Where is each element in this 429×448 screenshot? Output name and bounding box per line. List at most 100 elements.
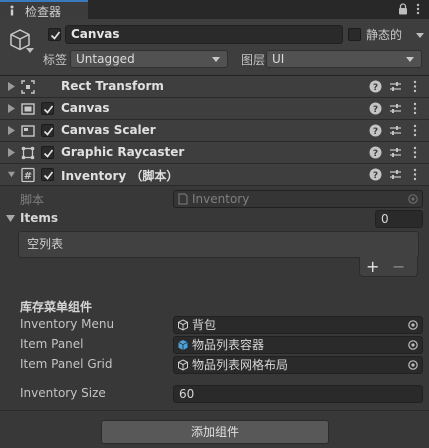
tag-label: 标签 [43, 53, 68, 67]
tab-label: 检查器 [25, 5, 62, 19]
object-picker-icon[interactable] [408, 360, 418, 370]
component-rect-transform[interactable]: Rect Transform ? [0, 76, 429, 98]
active-checkbox[interactable] [48, 28, 61, 41]
layer-dropdown[interactable]: UI [266, 50, 422, 68]
prefab-icon [178, 340, 188, 350]
object-picker-icon [408, 194, 418, 204]
help-icon[interactable]: ? [369, 102, 382, 115]
preset-sliders-icon[interactable] [389, 146, 402, 159]
static-dropdown-arrow-icon[interactable] [416, 33, 424, 38]
component-inventory-script[interactable]: # Inventory （脚本） ? [0, 164, 429, 186]
component-canvas[interactable]: Canvas ? [0, 98, 429, 120]
component-canvas-scaler[interactable]: Canvas Scaler ? [0, 120, 429, 142]
lock-icon[interactable] [398, 3, 408, 15]
svg-text:?: ? [373, 171, 378, 181]
check-icon [43, 127, 54, 136]
component-name: Rect Transform [61, 79, 164, 93]
kebab-menu-icon[interactable] [413, 80, 417, 93]
preset-sliders-icon[interactable] [389, 102, 402, 115]
tag-value: Untagged [76, 52, 135, 66]
item-panel-value: 物品列表容器 [192, 338, 265, 352]
fold-arrow-icon[interactable] [8, 148, 15, 157]
inventory-menu-value: 背包 [192, 318, 217, 332]
add-item-button[interactable]: + [366, 257, 379, 276]
check-icon [50, 31, 61, 40]
icon-dropdown-arrow-icon[interactable] [26, 48, 34, 54]
svg-text:?: ? [373, 127, 378, 137]
script-field: Inventory [173, 190, 423, 208]
object-picker-icon[interactable] [408, 340, 418, 350]
tag-dropdown[interactable]: Untagged [70, 50, 228, 68]
script-label: 脚本 [20, 193, 45, 207]
svg-text:?: ? [373, 149, 378, 159]
script-file-icon [178, 193, 188, 205]
component-name: Inventory （脚本） [61, 169, 179, 183]
preset-sliders-icon[interactable] [389, 168, 402, 181]
svg-text:?: ? [373, 105, 378, 115]
canvas-scaler-icon [21, 125, 35, 137]
chevron-down-icon [406, 57, 414, 62]
list-empty-label: 空列表 [27, 237, 64, 251]
script-icon: # [21, 167, 35, 183]
fold-arrow-icon[interactable] [8, 82, 15, 91]
item-panel-field[interactable]: 物品列表容器 [173, 336, 423, 354]
preset-sliders-icon[interactable] [389, 124, 402, 137]
component-name: Graphic Raycaster [61, 145, 185, 159]
rect-transform-icon [21, 80, 35, 94]
kebab-menu-icon[interactable] [416, 3, 420, 15]
help-icon[interactable]: ? [369, 124, 382, 137]
fold-arrow-icon[interactable] [8, 126, 15, 135]
items-label: Items [20, 211, 58, 225]
kebab-menu-icon[interactable] [413, 124, 417, 137]
inventory-menu-label: Inventory Menu [20, 317, 115, 331]
items-fold-arrow-icon[interactable] [6, 215, 15, 222]
check-icon [43, 171, 54, 180]
canvas-icon [21, 103, 35, 115]
script-value: Inventory [192, 192, 250, 206]
item-panel-grid-value: 物品列表网格布局 [192, 358, 289, 372]
section-title: 库存菜单组件 [20, 300, 93, 314]
tab-inspector[interactable]: 检查器 [0, 0, 88, 19]
help-icon[interactable]: ? [369, 80, 382, 93]
raycaster-icon [21, 146, 35, 160]
inventory-size-field[interactable]: 60 [173, 385, 423, 403]
item-panel-grid-field[interactable]: 物品列表网格布局 [173, 356, 423, 374]
items-count-field[interactable]: 0 [375, 210, 423, 228]
object-picker-icon[interactable] [408, 320, 418, 330]
remove-item-button[interactable]: − [392, 257, 405, 276]
fold-arrow-icon[interactable] [8, 104, 15, 113]
chevron-down-icon [212, 57, 220, 62]
check-icon [43, 149, 54, 158]
layer-label: 图层 [241, 53, 266, 67]
inventory-menu-field[interactable]: 背包 [173, 316, 423, 334]
component-enabled-checkbox[interactable] [41, 124, 54, 137]
component-enabled-checkbox[interactable] [41, 146, 54, 159]
component-name: Canvas [61, 101, 110, 115]
add-component-button[interactable]: 添加组件 [101, 420, 329, 444]
component-enabled-checkbox[interactable] [41, 168, 54, 181]
gameobject-icon [178, 319, 188, 331]
svg-text:?: ? [373, 83, 378, 93]
inventory-size-label: Inventory Size [20, 386, 106, 400]
static-label: 静态的 [366, 28, 403, 42]
item-panel-grid-label: Item Panel Grid [20, 357, 113, 371]
fold-arrow-expanded-icon[interactable] [8, 170, 15, 179]
component-graphic-raycaster[interactable]: Graphic Raycaster ? [0, 142, 429, 164]
item-panel-label: Item Panel [20, 337, 84, 351]
svg-text:#: # [24, 171, 32, 182]
help-icon[interactable]: ? [369, 146, 382, 159]
component-enabled-checkbox[interactable] [41, 102, 54, 115]
preset-sliders-icon[interactable] [389, 80, 402, 93]
component-name: Canvas Scaler [61, 123, 156, 137]
kebab-menu-icon[interactable] [413, 168, 417, 181]
object-name-field[interactable]: Canvas [65, 25, 343, 44]
kebab-menu-icon[interactable] [413, 102, 417, 115]
kebab-menu-icon[interactable] [413, 146, 417, 159]
help-icon[interactable]: ? [369, 168, 382, 181]
items-list [18, 231, 419, 258]
layer-value: UI [272, 52, 285, 66]
gameobject-icon [178, 359, 188, 371]
info-icon [10, 5, 14, 16]
check-icon [43, 105, 54, 114]
static-checkbox[interactable] [348, 28, 361, 41]
